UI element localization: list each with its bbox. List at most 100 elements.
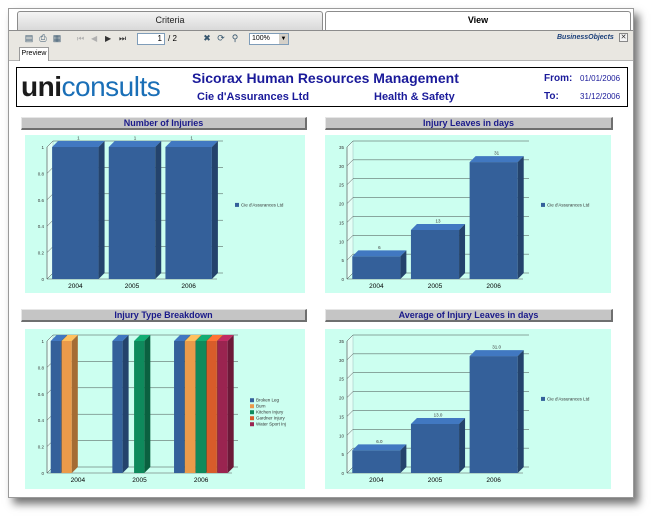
y-tick-label: 35	[339, 145, 345, 150]
refresh-icon[interactable]: ⟳	[215, 33, 227, 44]
bar-top	[108, 141, 162, 147]
chevron-down-icon[interactable]: ▼	[279, 34, 288, 44]
prev-page-icon[interactable]: ◀	[91, 33, 97, 44]
x-tick-label: 2006	[486, 477, 501, 484]
bar-side	[122, 335, 129, 473]
y-tick-label: 25	[339, 183, 345, 188]
y-tick-label: 0.4	[38, 418, 45, 423]
legend-swatch	[250, 398, 254, 403]
bar-side	[155, 141, 162, 279]
side-wall	[46, 140, 54, 280]
bar	[352, 256, 401, 279]
bar-top	[469, 156, 524, 163]
chart-injury-type-breakdown: 00.20.40.60.812004 2005 2006Broken LegBurn…	[25, 329, 305, 489]
tab-preview[interactable]: Preview	[19, 47, 49, 61]
data-label: 13	[435, 218, 441, 223]
bar	[61, 341, 72, 473]
from-label: From:	[544, 73, 573, 84]
x-tick-label: 2005	[132, 477, 147, 484]
legend-label: Burn	[256, 404, 266, 409]
bar	[410, 229, 460, 279]
close-icon[interactable]: ✕	[619, 33, 628, 42]
y-tick-label: 0.8	[38, 365, 45, 370]
y-tick-label: 0.4	[38, 224, 45, 229]
y-tick-label: 20	[339, 202, 345, 207]
y-tick-label: 10	[339, 239, 345, 244]
to-label: To:	[544, 91, 559, 102]
bar	[165, 147, 212, 279]
uniconsults-logo: uniconsults	[21, 71, 161, 102]
y-tick-label: 20	[339, 396, 345, 401]
bar-side	[211, 141, 218, 279]
chart-title-leaves: Injury Leaves in days	[325, 117, 613, 130]
bar-top	[410, 417, 466, 424]
legend-label: Kitchen Injury	[256, 410, 284, 415]
legend-swatch	[235, 202, 239, 207]
bar-top	[469, 350, 524, 357]
bar-top	[352, 444, 407, 451]
bar-side	[144, 335, 151, 473]
x-tick-label: 2004	[68, 283, 83, 290]
report-viewer-window: Criteria View ▤ ⎙ ▦ ⏮ ◀ ▶ ⏭ 1 / 2 ✖ ⟳ ⚲ …	[8, 8, 634, 498]
bar	[352, 450, 401, 473]
y-tick-label: 30	[339, 164, 345, 169]
bar	[195, 341, 206, 473]
bar	[52, 147, 99, 279]
zoom-select[interactable]: 100% ▼	[249, 33, 289, 45]
data-label: 31	[494, 151, 500, 156]
to-date: 31/12/2006	[580, 92, 621, 101]
y-tick-label: 0.6	[38, 392, 45, 397]
department-name: Health & Safety	[374, 91, 455, 103]
bar-side	[517, 350, 524, 473]
bar-top	[352, 250, 407, 257]
legend-label: Water Sport Inj	[256, 422, 286, 427]
x-tick-label: 2006	[181, 283, 196, 290]
legend-label: Cie d'Assurances Ltd	[547, 202, 590, 207]
legend-label: Cie d'Assurances Ltd	[547, 396, 590, 401]
x-tick-label: 2004	[369, 283, 384, 290]
bar-side	[459, 417, 466, 473]
legend-swatch	[250, 410, 254, 415]
bar-top	[165, 141, 218, 147]
x-tick-label: 2005	[125, 283, 140, 290]
x-tick-label: 2005	[428, 477, 443, 484]
legend-swatch	[541, 396, 545, 401]
legend-label: Broken Leg	[256, 398, 280, 403]
bar-side	[71, 335, 78, 473]
export-icon[interactable]: ▤	[23, 33, 35, 44]
bar-side	[459, 223, 466, 279]
zoom-value: 100%	[252, 35, 270, 42]
side-wall	[346, 334, 354, 474]
legend-label: Cie d'Assurances Ltd	[241, 202, 284, 207]
print-icon[interactable]: ⎙	[37, 33, 49, 44]
last-page-icon[interactable]: ⏭	[119, 33, 126, 44]
bar-side	[517, 156, 524, 279]
bar	[174, 341, 185, 473]
tab-criteria[interactable]: Criteria	[17, 11, 323, 30]
chart-title-average: Average of Injury Leaves in days	[325, 309, 613, 322]
x-tick-label: 2005	[428, 283, 443, 290]
bar	[134, 341, 145, 473]
next-page-icon[interactable]: ▶	[105, 33, 111, 44]
y-tick-label: 0.2	[38, 445, 45, 450]
page-number-input[interactable]: 1	[137, 33, 165, 45]
legend-swatch	[250, 416, 254, 421]
legend-swatch	[250, 404, 254, 409]
x-tick-label: 2006	[194, 477, 209, 484]
bar-side	[227, 335, 234, 473]
bar-side	[98, 141, 105, 279]
bar	[108, 147, 156, 279]
bar-top	[410, 223, 466, 230]
from-date: 01/01/2006	[580, 74, 621, 83]
chart-title-injuries: Number of Injuries	[21, 117, 307, 130]
y-tick-label: 30	[339, 358, 345, 363]
bar	[206, 341, 217, 473]
x-tick-label: 2004	[71, 477, 86, 484]
search-icon[interactable]: ⚲	[229, 33, 241, 44]
group-tree-icon[interactable]: ▦	[51, 33, 63, 44]
page-total: / 2	[168, 34, 177, 43]
tab-view[interactable]: View	[325, 11, 631, 30]
stop-icon[interactable]: ✖	[201, 33, 213, 44]
y-tick-label: 35	[339, 339, 345, 344]
first-page-icon[interactable]: ⏮	[77, 33, 84, 44]
